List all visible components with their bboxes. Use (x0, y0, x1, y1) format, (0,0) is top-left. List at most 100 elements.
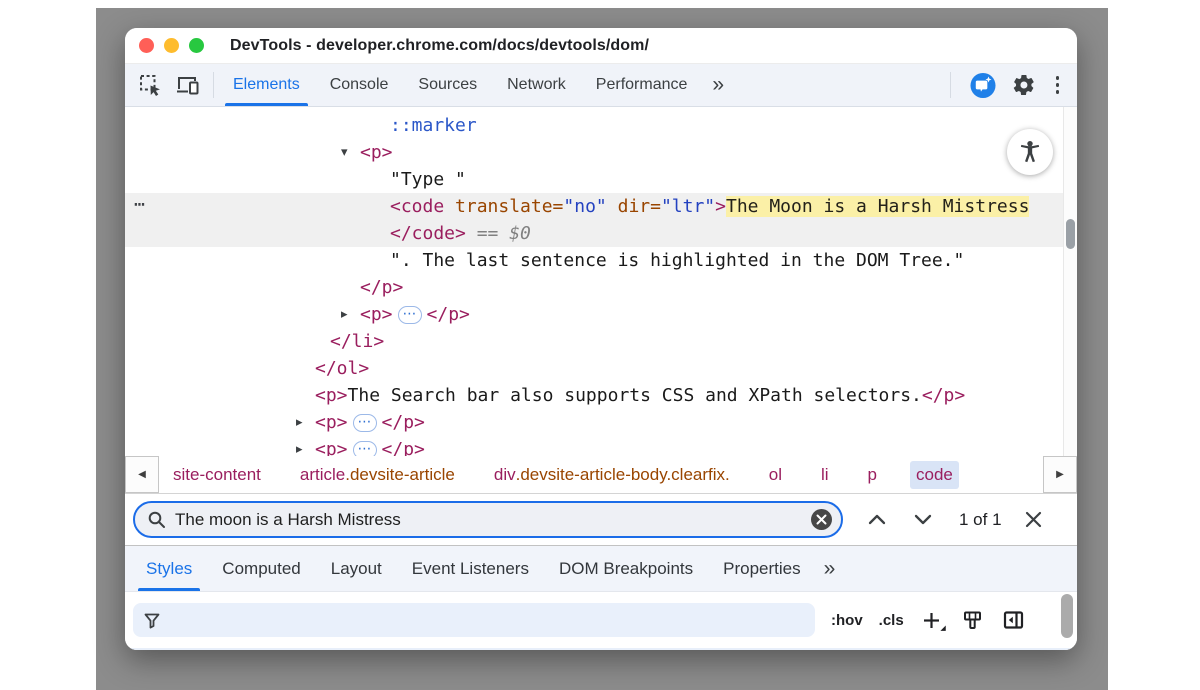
expand-arrow-icon[interactable]: ▸ (341, 301, 348, 328)
dom-tree-row[interactable]: ". The last sentence is highlighted in t… (125, 247, 1077, 274)
dom-node-segment: The Moon is a Harsh Mistress (726, 196, 1029, 217)
dom-node-segment: <p> (315, 439, 348, 456)
clear-search-icon[interactable] (811, 509, 832, 530)
next-result-icon[interactable] (909, 506, 937, 534)
tab-network[interactable]: Network (492, 64, 581, 106)
breadcrumb-left-arrow-icon[interactable]: ◀ (125, 456, 159, 493)
new-style-rule-caret-icon: ◢ (940, 624, 945, 632)
settings-gear-icon[interactable] (1011, 72, 1037, 98)
collapsed-content-icon[interactable]: ⋯ (353, 414, 377, 432)
dom-node-segment: <p> (360, 304, 393, 325)
styles-tab-event-listeners[interactable]: Event Listeners (397, 546, 544, 591)
dom-node-segment: </p> (922, 385, 965, 406)
breadcrumb-item[interactable]: site-content (167, 461, 267, 489)
rendering-brush-icon[interactable] (962, 610, 983, 631)
dom-node-segment: <p> (315, 385, 348, 406)
collapsed-content-icon[interactable]: ⋯ (398, 306, 422, 324)
dom-node-segment: The Search bar also supports CSS and XPa… (348, 385, 922, 406)
panel-tabs: ElementsConsoleSourcesNetworkPerformance (218, 64, 702, 106)
device-toolbar-icon[interactable] (175, 72, 201, 98)
close-search-icon[interactable] (1020, 506, 1048, 534)
styles-tabs: StylesComputedLayoutEvent ListenersDOM B… (131, 546, 816, 591)
new-style-rule-button[interactable]: ◢ (922, 610, 942, 630)
breadcrumb-right-arrow-icon[interactable]: ▶ (1043, 456, 1077, 493)
minimize-window-button[interactable] (164, 38, 179, 53)
close-window-button[interactable] (139, 38, 154, 53)
inspect-element-icon[interactable] (137, 72, 163, 98)
breadcrumb-item[interactable]: div.devsite-article-body.clearfix. (488, 461, 736, 489)
dom-node-segment: <p> (315, 412, 348, 433)
toolbar-separator (213, 72, 214, 98)
tab-sources[interactable]: Sources (403, 64, 492, 106)
breadcrumb-segment: site-content (173, 465, 261, 485)
kebab-menu-icon[interactable] (1052, 72, 1064, 98)
filter-toggle-hov[interactable]: :hov (831, 612, 863, 629)
ai-assistant-icon[interactable] (970, 72, 996, 98)
style-filter-field[interactable] (133, 603, 815, 637)
dom-tree-pane[interactable]: ::marker▾<p>"Type "⋯<code translate="no"… (125, 107, 1077, 456)
breadcrumb-item[interactable]: ol (763, 461, 788, 489)
expand-arrow-icon[interactable]: ▸ (296, 409, 303, 436)
screenshot-canvas: DevTools - developer.chrome.com/docs/dev… (0, 0, 1200, 690)
dom-node-segment: == (466, 223, 509, 244)
filter-toggle-cls[interactable]: .cls (879, 612, 904, 629)
breadcrumb-item[interactable]: code (910, 461, 959, 489)
styles-tab-styles[interactable]: Styles (131, 546, 207, 591)
dom-tree-row[interactable]: ▸ <p> ⋯ </p> (125, 409, 1077, 436)
dom-tree-row[interactable]: ⋯<code translate="no" dir="ltr">The Moon… (125, 193, 1077, 220)
styles-tab-dom-breakpoints[interactable]: DOM Breakpoints (544, 546, 708, 591)
traffic-lights (139, 38, 204, 53)
dom-tree-row[interactable]: ▾<p> (125, 139, 1077, 166)
toggle-sidebar-panel-icon[interactable] (1003, 610, 1024, 630)
dom-tree-row[interactable]: "Type " (125, 166, 1077, 193)
styles-tab-computed[interactable]: Computed (207, 546, 315, 591)
toolbar-right-icons (946, 72, 1078, 98)
dom-tree-row[interactable]: </ol> (125, 355, 1077, 382)
tab-elements[interactable]: Elements (218, 64, 315, 106)
previous-result-icon[interactable] (863, 506, 891, 534)
dom-node-segment: </p> (382, 412, 425, 433)
accessibility-overlay-button[interactable] (1007, 129, 1053, 175)
window-title: DevTools - developer.chrome.com/docs/dev… (230, 37, 649, 55)
dom-node-segment: dir= (607, 196, 661, 217)
dom-tree-row[interactable]: <p>The Search bar also supports CSS and … (125, 382, 1077, 409)
filter-funnel-icon (143, 611, 161, 630)
breadcrumb-item[interactable]: article.devsite-article (294, 461, 461, 489)
expand-arrow-icon[interactable]: ▾ (341, 139, 348, 166)
dom-tree-row[interactable]: ▸ <p> ⋯ </p> (125, 436, 1077, 456)
dom-node-segment: "Type " (390, 169, 466, 190)
row-actions-icon[interactable]: ⋯ (134, 191, 146, 218)
tab-console[interactable]: Console (315, 64, 404, 106)
search-icon (147, 510, 166, 529)
search-input[interactable] (175, 510, 811, 530)
dom-tree-row[interactable]: </li> (125, 328, 1077, 355)
tab-performance[interactable]: Performance (581, 64, 703, 106)
dom-tree-row[interactable]: ::marker (125, 112, 1077, 139)
filter-toggle-buttons: :hov .cls (815, 612, 904, 629)
dom-tree-row[interactable]: ▸ <p> ⋯ </p> (125, 301, 1077, 328)
breadcrumb-segment: .devsite-article (345, 465, 455, 485)
breadcrumb-segment: p (868, 465, 877, 485)
dom-tree-row[interactable]: </p> (125, 274, 1077, 301)
dom-scrollbar-thumb[interactable] (1066, 219, 1075, 249)
dom-node-segment: </p> (427, 304, 470, 325)
styles-more-tabs-icon[interactable]: » (816, 546, 844, 591)
styles-tab-properties[interactable]: Properties (708, 546, 815, 591)
zoom-window-button[interactable] (189, 38, 204, 53)
devtools-window: DevTools - developer.chrome.com/docs/dev… (125, 28, 1077, 650)
dom-tree-row[interactable]: </code> == $0 (125, 220, 1077, 247)
styles-filter-bar: :hov .cls ◢ (125, 592, 1077, 650)
collapsed-content-icon[interactable]: ⋯ (353, 441, 377, 456)
styles-scrollbar-thumb[interactable] (1061, 594, 1073, 638)
expand-arrow-icon[interactable]: ▸ (296, 436, 303, 456)
breadcrumb-segment: code (916, 465, 953, 485)
search-field[interactable] (133, 501, 843, 538)
dom-scrollbar-track[interactable] (1063, 107, 1077, 456)
dom-node-segment: </p> (382, 439, 425, 456)
toolbar-left-icons (125, 72, 209, 98)
breadcrumb-item[interactable]: p (862, 461, 883, 489)
styles-tab-layout[interactable]: Layout (316, 546, 397, 591)
more-tabs-icon[interactable]: » (702, 64, 734, 106)
dom-node-segment: ::marker (390, 115, 477, 136)
breadcrumb-item[interactable]: li (815, 461, 835, 489)
